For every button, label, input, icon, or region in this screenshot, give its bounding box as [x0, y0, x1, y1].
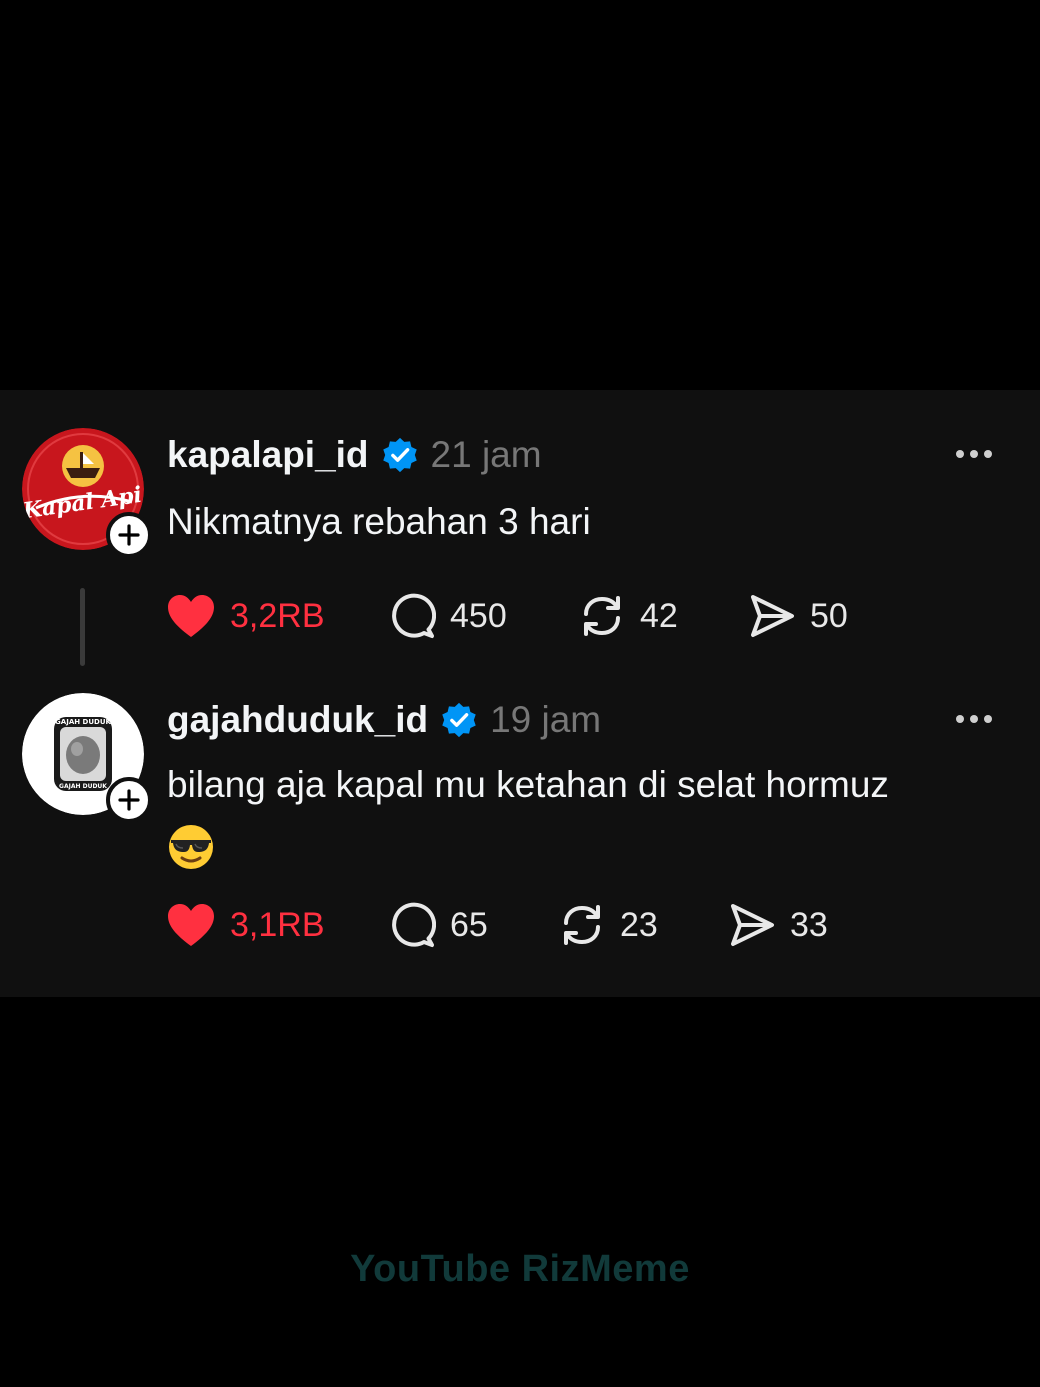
plus-icon — [118, 789, 140, 811]
like-count: 3,1RB — [230, 905, 325, 944]
repost-icon — [564, 905, 600, 945]
share-count: 33 — [790, 905, 828, 944]
post-text: Nikmatnya rebahan 3 hari — [167, 492, 997, 552]
like-button[interactable]: 3,2RB — [166, 588, 325, 644]
more-icon[interactable] — [954, 711, 994, 727]
more-icon[interactable] — [954, 446, 994, 462]
reply-count: 65 — [450, 905, 488, 944]
post-time: 19 jam — [490, 699, 602, 740]
svg-text:GAJAH DUDUK: GAJAH DUDUK — [59, 783, 107, 790]
reply-button[interactable]: 65 — [388, 897, 488, 953]
comment-icon — [392, 593, 436, 638]
share-button[interactable]: 33 — [728, 897, 828, 953]
repost-count: 42 — [640, 596, 678, 635]
avatar[interactable]: GAJAH DUDUK GAJAH DUDUK — [22, 693, 152, 823]
repost-button[interactable]: 42 — [578, 588, 678, 644]
thread-post: GAJAH DUDUK GAJAH DUDUK gajahduduk_id 19… — [0, 685, 1040, 997]
plus-icon — [118, 524, 140, 546]
verified-badge-icon — [382, 437, 417, 473]
sunglasses-emoji-icon — [169, 825, 213, 869]
follow-button[interactable] — [106, 512, 152, 558]
reply-count: 450 — [450, 596, 507, 635]
post-text: bilang aja kapal mu ketahan di selat hor… — [167, 755, 997, 871]
send-icon — [751, 595, 794, 637]
verified-badge-icon — [442, 702, 476, 738]
post-time: 21 jam — [430, 434, 542, 475]
repost-icon — [584, 596, 620, 636]
username[interactable]: kapalapi_id — [167, 434, 369, 476]
repost-count: 23 — [620, 905, 658, 944]
post-header: kapalapi_id 21 jam — [167, 430, 542, 480]
post-text-content: Nikmatnya rebahan 3 hari — [167, 501, 591, 542]
avatar[interactable]: Kapal Api — [22, 428, 152, 558]
username[interactable]: gajahduduk_id — [167, 699, 428, 741]
thread-post: Kapal Api kapalapi_id 21 jam Nikmatnya r… — [0, 390, 1040, 680]
send-icon — [731, 904, 774, 946]
like-button[interactable]: 3,1RB — [166, 897, 325, 953]
threads-card: Kapal Api kapalapi_id 21 jam Nikmatnya r… — [0, 390, 1040, 997]
heart-icon — [168, 595, 214, 637]
thread-connector-line — [80, 588, 85, 666]
like-count: 3,2RB — [230, 596, 325, 635]
share-count: 50 — [810, 596, 848, 635]
follow-button[interactable] — [106, 777, 152, 823]
repost-button[interactable]: 23 — [558, 897, 658, 953]
share-button[interactable]: 50 — [748, 588, 848, 644]
post-header: gajahduduk_id 19 jam — [167, 695, 601, 745]
post-text-content: bilang aja kapal mu ketahan di selat hor… — [167, 764, 889, 805]
heart-icon — [168, 904, 214, 946]
comment-icon — [392, 902, 436, 947]
reply-button[interactable]: 450 — [388, 588, 507, 644]
svg-text:GAJAH DUDUK: GAJAH DUDUK — [55, 718, 111, 726]
watermark: YouTube RizMeme — [350, 1248, 690, 1290]
